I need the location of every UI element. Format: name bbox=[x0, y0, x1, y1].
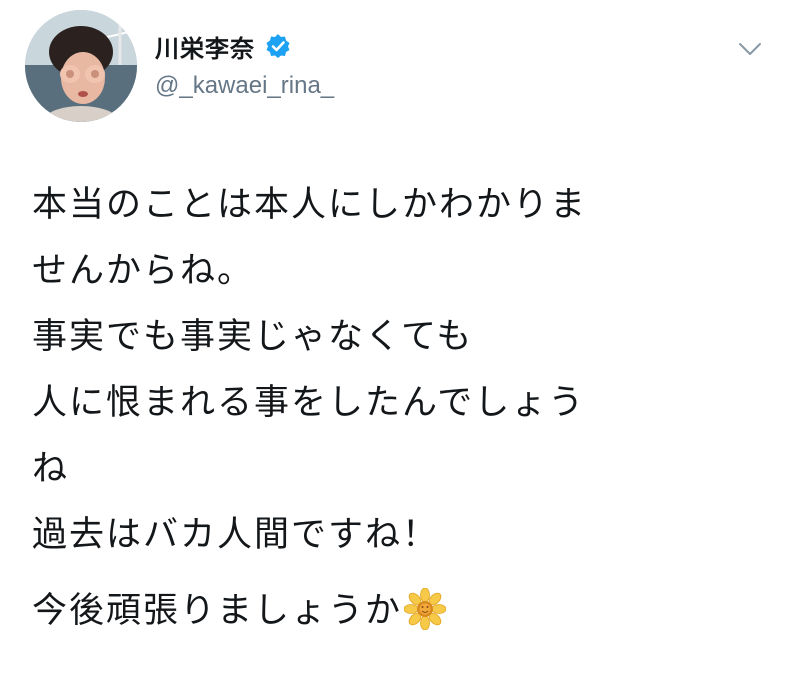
name-row: 川栄李奈 bbox=[155, 28, 334, 64]
tweet-line: ね bbox=[32, 449, 70, 489]
chevron-down-icon bbox=[739, 43, 761, 55]
tweet-line: せんからね。 bbox=[32, 251, 255, 291]
avatar[interactable] bbox=[25, 10, 137, 122]
display-name[interactable]: 川栄李奈 bbox=[155, 29, 255, 64]
tweet-line: 本当のことは本人にしかわかりま bbox=[32, 185, 588, 225]
tweet-line-text: 今後頑張りましょうか bbox=[32, 591, 403, 631]
sunflower-emoji-icon bbox=[403, 586, 447, 631]
tweet-menu-button[interactable] bbox=[735, 38, 765, 60]
profile-photo-icon bbox=[25, 10, 137, 122]
tweet-line: 過去はバカ人間ですね！ bbox=[32, 515, 440, 555]
tweet-text: 本当のことは本人にしかわかりま せんからね。 事実でも事実じゃなくても 人に恨ま… bbox=[32, 172, 772, 644]
author-info: 川栄李奈 @_kawaei_rina_ bbox=[155, 28, 334, 100]
tweet-line: 人に恨まれる事をしたんでしょう bbox=[32, 383, 586, 423]
user-handle[interactable]: @_kawaei_rina_ bbox=[155, 72, 334, 100]
verified-badge-icon bbox=[265, 33, 291, 59]
tweet-line-last: 今後頑張りましょうか bbox=[32, 578, 772, 644]
tweet-line: 事実でも事実じゃなくても bbox=[32, 317, 474, 357]
tweet-card: 川栄李奈 @_kawaei_rina_ 本当のことは本人にしかわかりま せんから… bbox=[0, 0, 785, 677]
